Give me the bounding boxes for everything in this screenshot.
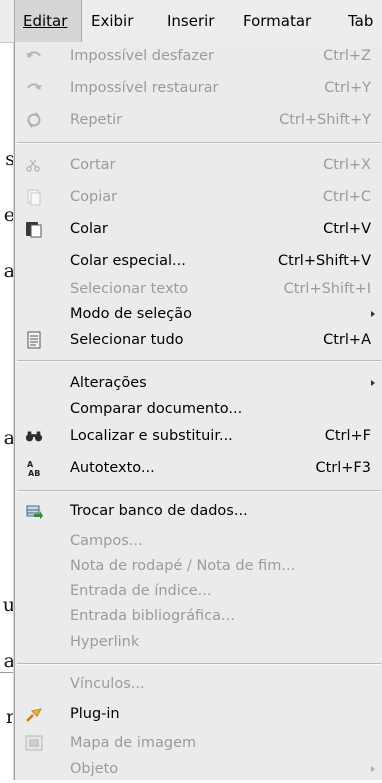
menu-item-label: Campos... (70, 533, 143, 549)
svg-text:A: A (27, 460, 34, 469)
menu-item-bibliography-entry[interactable]: Entrada bibliográfica... (15, 602, 382, 630)
menu-item-selection-mode[interactable]: Modo de seleção (15, 300, 382, 328)
menu-item-shortcut: Ctrl+Shift+Y (279, 112, 371, 128)
menu-item-label: Vínculos... (70, 676, 145, 692)
menu-item-compare-document[interactable]: Comparar documento... (15, 395, 382, 423)
menu-item-shortcut: Ctrl+Y (324, 80, 371, 96)
menu-item-shortcut: Ctrl+V (323, 221, 371, 237)
menu-bar: Editar Exibir Inserir Formatar Tab (0, 0, 382, 43)
menu-item-redo[interactable]: Impossível restaurar Ctrl+Y (15, 74, 382, 102)
menu-item-label: Alterações (70, 375, 147, 391)
menu-item-label: Modo de seleção (70, 306, 192, 322)
menu-item-label: Hyperlink (70, 634, 140, 650)
menu-separator (17, 490, 381, 492)
repeat-icon (25, 111, 43, 129)
paste-icon (25, 220, 43, 238)
menu-item-image-map[interactable]: Mapa de imagem (15, 729, 382, 757)
menu-item-autotext[interactable]: A AB Autotexto... Ctrl+F3 (15, 454, 382, 482)
copy-icon (25, 188, 43, 206)
menu-item-find-replace[interactable]: Localizar e substituir... Ctrl+F (15, 422, 382, 450)
menu-item-label: Copiar (70, 189, 118, 205)
undo-icon (25, 47, 43, 65)
menu-item-cut[interactable]: Cortar Ctrl+X (15, 151, 382, 179)
edit-dropdown-menu: Impossível desfazer Ctrl+Z Impossível re… (14, 42, 382, 780)
document-text: s (5, 148, 15, 170)
menu-item-paste-special[interactable]: Colar especial... Ctrl+Shift+V (15, 247, 382, 275)
menu-item-label: Mapa de imagem (70, 735, 197, 751)
image-map-icon (25, 734, 43, 752)
menu-item-exchange-database[interactable]: Trocar banco de dados... (15, 497, 382, 525)
menu-item-label: Impossível restaurar (70, 80, 219, 96)
redo-icon (25, 79, 43, 97)
menu-inserir[interactable]: Inserir (167, 0, 214, 42)
menu-item-label: Entrada bibliográfica... (70, 608, 235, 624)
menu-item-undo[interactable]: Impossível desfazer Ctrl+Z (15, 42, 382, 70)
menu-item-repeat[interactable]: Repetir Ctrl+Shift+Y (15, 106, 382, 134)
menu-item-label: Trocar banco de dados... (70, 503, 248, 519)
menu-item-label: Localizar e substituir... (70, 428, 233, 444)
menu-item-label: Selecionar tudo (70, 332, 184, 348)
menu-item-label: Cortar (70, 157, 116, 173)
menu-item-changes[interactable]: Alterações (15, 369, 382, 397)
menu-item-label: Autotexto... (70, 460, 155, 476)
menu-item-shortcut: Ctrl+Shift+I (283, 281, 371, 297)
submenu-arrow-icon (371, 766, 375, 772)
menu-tabela[interactable]: Tab (348, 0, 373, 42)
menu-editar[interactable]: Editar (14, 0, 82, 42)
menu-item-copy[interactable]: Copiar Ctrl+C (15, 183, 382, 211)
menu-item-label: Impossível desfazer (70, 48, 214, 64)
select-all-icon (25, 331, 43, 349)
menu-item-label: Colar especial... (70, 253, 186, 269)
menu-item-label: Comparar documento... (70, 401, 243, 417)
submenu-arrow-icon (371, 311, 375, 317)
menu-item-label: Repetir (70, 112, 123, 128)
menu-item-shortcut: Ctrl+F3 (315, 460, 371, 476)
document-text: e (3, 204, 15, 226)
menu-separator (17, 142, 381, 144)
menu-item-label: Colar (70, 221, 108, 237)
svg-text:AB: AB (28, 469, 40, 477)
plugin-icon (25, 705, 43, 723)
submenu-arrow-icon (371, 380, 375, 386)
scissors-icon (25, 156, 43, 174)
menu-item-shortcut: Ctrl+A (323, 332, 371, 348)
document-text: u (2, 594, 15, 616)
menu-item-shortcut: Ctrl+Z (323, 48, 371, 64)
document-text: a (3, 260, 15, 282)
menu-formatar[interactable]: Formatar (243, 0, 311, 42)
menu-item-label: Objeto (70, 761, 119, 777)
document-text: a (3, 650, 15, 672)
menu-item-shortcut: Ctrl+X (323, 157, 371, 173)
menu-item-select-text[interactable]: Selecionar texto Ctrl+Shift+I (15, 275, 382, 303)
menu-item-hyperlink[interactable]: Hyperlink (15, 628, 382, 656)
menu-item-fields[interactable]: Campos... (15, 527, 382, 555)
menu-item-label: Nota de rodapé / Nota de fim... (70, 558, 296, 574)
menu-item-footnote[interactable]: Nota de rodapé / Nota de fim... (15, 552, 382, 580)
menu-item-label: Plug-in (70, 706, 120, 722)
database-icon (25, 502, 43, 520)
autotext-icon: A AB (25, 459, 43, 477)
menu-item-index-entry[interactable]: Entrada de índice... (15, 577, 382, 605)
menu-item-label: Entrada de índice... (70, 583, 212, 599)
menu-item-select-all[interactable]: Selecionar tudo Ctrl+A (15, 326, 382, 354)
binoculars-icon (25, 427, 43, 445)
menu-separator (17, 663, 381, 665)
menu-item-shortcut: Ctrl+C (322, 189, 371, 205)
menu-item-shortcut: Ctrl+Shift+V (278, 253, 371, 269)
menu-item-paste[interactable]: Colar Ctrl+V (15, 215, 382, 243)
menu-item-object[interactable]: Objeto (15, 755, 382, 783)
menu-exibir[interactable]: Exibir (91, 0, 133, 42)
menu-item-links[interactable]: Vínculos... (15, 670, 382, 698)
menu-item-shortcut: Ctrl+F (324, 428, 371, 444)
document-text: r (5, 706, 15, 728)
menu-item-plugin[interactable]: Plug-in (15, 700, 382, 728)
menu-separator (17, 360, 381, 362)
menu-item-label: Selecionar texto (70, 281, 189, 297)
document-text: a (3, 427, 15, 449)
